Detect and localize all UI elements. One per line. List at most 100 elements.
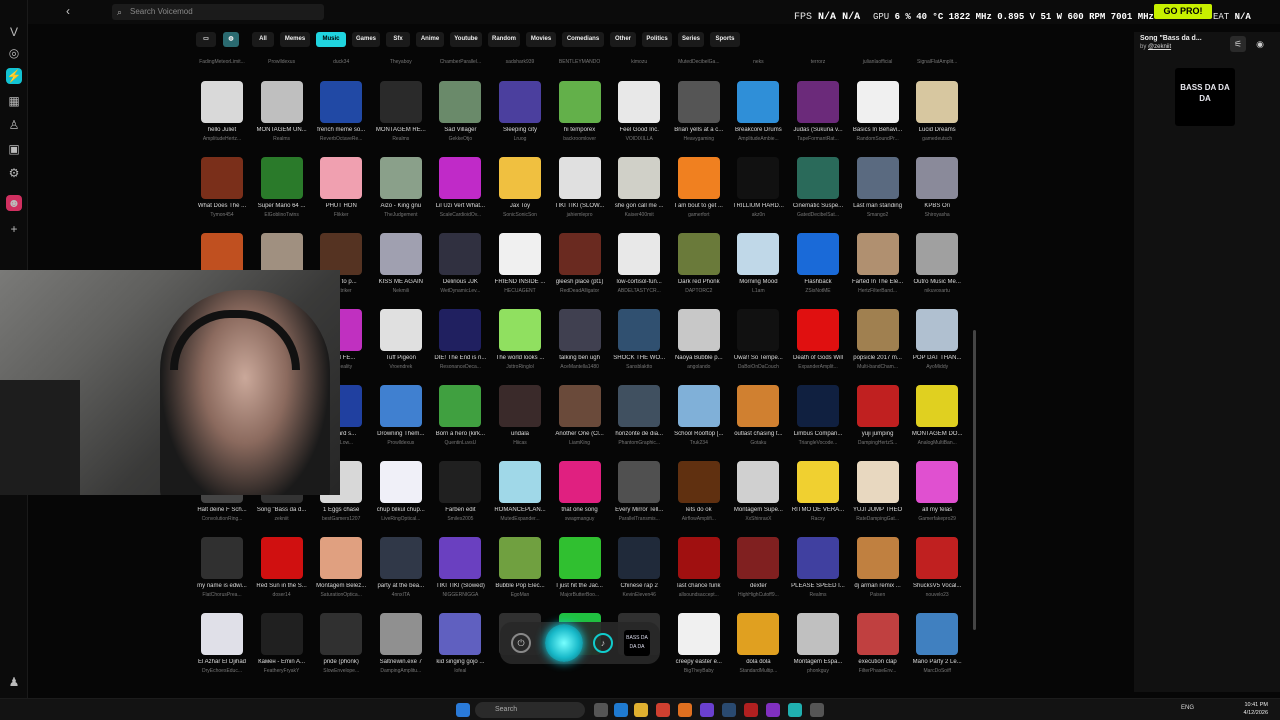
sound-tile[interactable]: hello Juliet AmplitudeHertz... [192, 81, 252, 155]
sound-tile[interactable]: talking ben ugh AceMantella1480 [550, 309, 610, 383]
sound-thumbnail[interactable] [320, 233, 363, 275]
sound-thumbnail[interactable] [379, 233, 422, 275]
sound-thumbnail[interactable] [201, 537, 243, 579]
sound-thumbnail[interactable] [797, 233, 839, 275]
app-icon-3[interactable] [810, 703, 824, 717]
grid-icon[interactable]: ▦ [6, 93, 22, 109]
sound-tile[interactable]: Uwa!! So Tempe... DaBoiOnDaCouch [728, 309, 788, 383]
sound-thumbnail[interactable] [856, 157, 899, 199]
category-pill-other[interactable]: Other [610, 32, 636, 47]
back-arrow-icon[interactable]: ‹ [66, 4, 80, 18]
sound-thumbnail[interactable] [260, 537, 303, 579]
sound-tile[interactable]: Chinese rap 2 KevinEleven46 [609, 537, 669, 611]
sound-tile[interactable]: last chance funk allsoundsaccept... [669, 537, 729, 611]
sound-thumbnail[interactable] [379, 385, 422, 427]
sound-tile[interactable]: SHOCK THE WO... Sansblaktto [609, 309, 669, 383]
edge-icon[interactable] [614, 703, 628, 717]
sound-tile[interactable]: my name is edwi... FlatChorusPrea... [192, 537, 252, 611]
sound-thumbnail[interactable] [379, 613, 422, 655]
sound-thumbnail[interactable] [797, 157, 839, 199]
sound-thumbnail[interactable] [737, 81, 780, 123]
settings-gear-icon[interactable]: ⚙ [6, 165, 22, 181]
sound-tile[interactable]: Naoya Bubble p... angolando [669, 309, 729, 383]
sound-tile[interactable]: Brian yells at a c... Heavygaming [669, 81, 729, 155]
language-indicator[interactable]: ENG [1181, 705, 1194, 711]
sound-thumbnail[interactable] [260, 613, 303, 655]
sound-tile[interactable]: ShucksV5 Vocal... nouvelo23 [907, 537, 967, 611]
sound-tile[interactable]: Montagem Supe... XxShinraxX [728, 461, 788, 535]
sound-thumbnail[interactable] [916, 309, 959, 351]
sound-thumbnail[interactable] [797, 461, 839, 503]
sound-thumbnail[interactable] [916, 461, 959, 503]
start-icon[interactable] [456, 703, 470, 717]
sound-thumbnail[interactable] [201, 613, 243, 655]
sound-tile[interactable]: low-cortisol-fun... ABDELTASTYCR... [609, 233, 669, 307]
category-pill-politics[interactable]: Politics [642, 32, 672, 47]
soundboard-icon[interactable]: ⚡ [6, 68, 22, 84]
sound-tile[interactable]: Basics In Behavi... RandomSoundPr... [848, 81, 908, 155]
sound-tile[interactable]: yuji jumping DampingHertzS... [848, 385, 908, 459]
sound-thumbnail[interactable] [558, 233, 601, 275]
sound-tile[interactable]: FRIEND INSIDE ... HECUAGENT [490, 233, 550, 307]
sound-tile[interactable]: Sad Villager GekkeOtjo [430, 81, 490, 155]
sound-thumbnail[interactable] [439, 233, 482, 275]
sound-thumbnail[interactable] [558, 385, 601, 427]
sound-thumbnail[interactable] [618, 233, 661, 275]
sound-tile[interactable]: Judas (Sukuna v... TapeFormantRat... [788, 81, 848, 155]
sound-tile[interactable]: School Rooftop [... Truk234 [669, 385, 729, 459]
sound-thumbnail[interactable] [439, 461, 482, 503]
twitch-icon[interactable] [766, 703, 780, 717]
sound-thumbnail[interactable] [737, 461, 780, 503]
sound-tile[interactable]: Outro Music Me... nikuvoxartu [907, 233, 967, 307]
voicemod-taskbar-icon[interactable] [788, 703, 802, 717]
sound-tile[interactable]: dexter HighHighCutoff9... [728, 537, 788, 611]
sound-tile[interactable]: Dark red Phonk DAPTORC2 [669, 233, 729, 307]
sound-tile[interactable]: Montagem Espa... phonkguy [788, 613, 848, 687]
sound-thumbnail[interactable] [320, 537, 363, 579]
category-pill-comedians[interactable]: Comedians [562, 32, 604, 47]
sound-tile[interactable]: The world looks ... JsttroRinglol [490, 309, 550, 383]
sound-thumbnail[interactable] [320, 613, 363, 655]
sound-tile[interactable]: TIKI TIKI (Slowed) NIGGERNIGGA [430, 537, 490, 611]
sound-tile[interactable]: DIE! The End is n... ResonanceDeca... [430, 309, 490, 383]
sound-thumbnail[interactable] [201, 157, 243, 199]
sound-thumbnail[interactable] [499, 385, 541, 427]
sound-thumbnail[interactable] [737, 309, 780, 351]
sound-thumbnail[interactable] [916, 233, 959, 275]
sound-tile[interactable]: Farben edit Smiles2005 [430, 461, 490, 535]
sound-thumbnail[interactable] [499, 537, 541, 579]
sound-thumbnail[interactable] [856, 537, 899, 579]
sound-tile[interactable]: PLEASE SPEED I... Realms [788, 537, 848, 611]
sound-tile[interactable]: french meme so... ReverbOctaveRe... [311, 81, 371, 155]
sound-tile[interactable]: horizonte de dia... PhantomGraphic... [609, 385, 669, 459]
sound-thumbnail[interactable] [439, 309, 482, 351]
sound-thumbnail[interactable] [379, 157, 422, 199]
sound-tile[interactable]: Cinematic Suspe... GatedDecibelSat... [788, 157, 848, 231]
sound-tile[interactable]: Morning Mood L1am [728, 233, 788, 307]
app-avatar-icon[interactable]: ☻ [6, 195, 22, 211]
sound-tile[interactable]: gleesh place (pt1) RedDeadAlligator [550, 233, 610, 307]
sound-tile[interactable]: she gon call me ... Kaiser400mit [609, 157, 669, 231]
sound-tile[interactable]: dj arman remix ... Paisen [848, 537, 908, 611]
sound-tile[interactable]: Bubble Pop Elec... EgoMan [490, 537, 550, 611]
sound-tile[interactable]: TIKI TIKI (SLOW... jahiemlepro [550, 157, 610, 231]
sound-tile[interactable]: YUJI JUMP THEO RateDampingGat... [848, 461, 908, 535]
sound-thumbnail[interactable] [737, 157, 780, 199]
sound-thumbnail[interactable] [916, 81, 959, 123]
sound-thumbnail[interactable] [737, 613, 780, 655]
sound-thumbnail[interactable] [618, 157, 661, 199]
sound-thumbnail[interactable] [797, 81, 839, 123]
hear-myself-icon[interactable]: ♪ [593, 633, 613, 653]
sound-tile[interactable]: KISS ME AGAIN Nekmili [371, 233, 431, 307]
task-view-icon[interactable] [594, 703, 608, 717]
sound-thumbnail[interactable] [797, 385, 839, 427]
account-icon[interactable]: ♟ [6, 674, 22, 690]
sound-tile[interactable]: Jax Toy SonicSonicSon [490, 157, 550, 231]
sound-tile[interactable]: Saltnewin.exe 7 DampingAmplitu... [371, 613, 431, 687]
sound-tile[interactable]: execution clap FilterPhaseEnv... [848, 613, 908, 687]
sound-tile[interactable]: What Does The ... Tymon454 [192, 157, 252, 231]
sound-tile[interactable]: POP DAT THAN... AyoMiddy [907, 309, 967, 383]
category-pill-anime[interactable]: Anime [416, 32, 444, 47]
sound-tile[interactable]: hi temporex backroomlover [550, 81, 610, 155]
sound-tile[interactable]: Feel Good Inc. VOIDIXILLA [609, 81, 669, 155]
